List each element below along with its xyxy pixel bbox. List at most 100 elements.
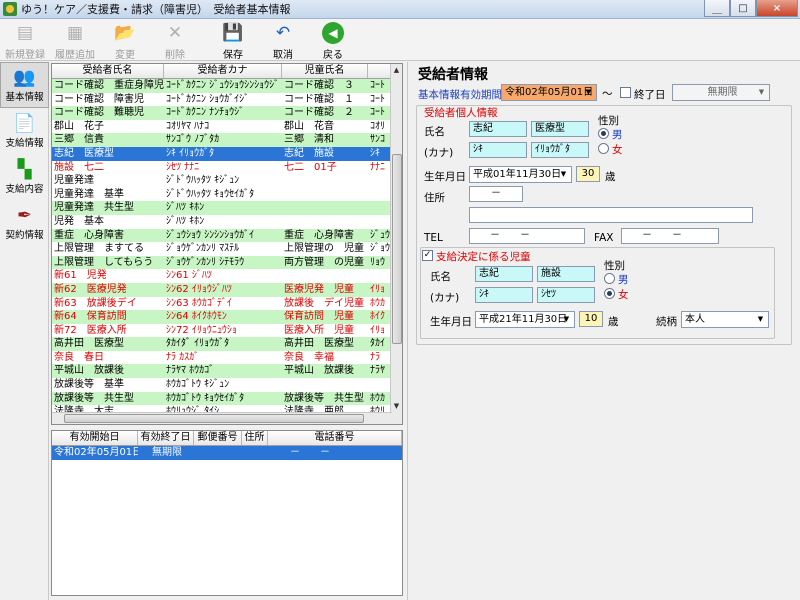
table-row[interactable]: 新62 医療児発 ｼﾝ62 ｲﾘｮｳｼﾞﾊﾂ 医療児発 児童 ｲﾘｮ — [52, 282, 402, 297]
table-cell: ｺｰﾄﾞｶｸﾆﾝ ﾅﾝﾁｮｳｼﾞ — [166, 107, 245, 119]
table-row[interactable]: 新63 放課後デイ ｼﾝ63 ﾎｳｶｺﾞﾃﾞｲ 放課後 デイ児童 ﾎｳｶ — [52, 297, 402, 311]
chevron-down-icon[interactable]: ▼ — [557, 168, 570, 181]
scroll-down-icon[interactable]: ▼ — [391, 400, 402, 412]
table-row[interactable]: 児童発達 共生型 ｼﾞﾊﾂ ｷﾎﾝ — [52, 201, 402, 215]
minimize-button[interactable]: ＿ — [704, 0, 730, 17]
toolbar-button-1[interactable]: ▦ 履歴追加 — [50, 19, 100, 61]
chevron-down-icon[interactable]: ▼ — [560, 313, 573, 326]
history-row[interactable]: 令和02年05月01日 無期限 － － — [52, 446, 402, 460]
column-header-extra[interactable] — [368, 64, 392, 78]
end-date-picker[interactable]: 無期限 ▼ — [672, 84, 770, 101]
table-row[interactable]: 奈良 春日 ﾅﾗ ｶｽｶﾞ 奈良 幸福 ﾅﾗ — [52, 351, 402, 365]
column-header-address[interactable]: 住所 — [242, 431, 268, 445]
address-input[interactable] — [469, 207, 753, 223]
given-kana-input[interactable]: ｲﾘｮｳｶﾞﾀ — [531, 142, 589, 158]
table-row[interactable]: コード確認 障害児 ｺｰﾄﾞｶｸﾆﾝ ｼｮｳｶﾞｲｼﾞ コード確認 １ ｺｰﾄ — [52, 93, 402, 107]
vertical-scrollbar[interactable]: ▲ ▼ — [390, 64, 402, 424]
child-dob-value: 平成21年11月30日 — [479, 314, 568, 325]
table-row[interactable]: 郡山 花子 ｺｵﾘﾔﾏ ﾊﾅｺ 郡山 花音 ｺｵﾘ — [52, 120, 402, 134]
form-title: 受給者情報 — [418, 67, 488, 83]
child-male-radio[interactable] — [604, 273, 615, 284]
people-icon: 👥 — [13, 66, 36, 88]
chevron-down-icon[interactable]: ▼ — [582, 86, 595, 99]
table-row[interactable]: 三郷 信貴 ｻﾝｺﾞｳ ﾉﾌﾞﾀｶ 三郷 清和 ｻﾝｺ — [52, 133, 402, 147]
child-dob-label: 生年月日 — [430, 316, 472, 328]
toolbar-button-6[interactable]: ◀ 戻る — [308, 19, 358, 61]
table-row[interactable]: 放課後等 共生型 ﾎｳｶｺﾞﾄｳ ｷｮｳｾｲｶﾞﾀ 放課後等 共生型 ﾎｳｶ — [52, 391, 402, 406]
toolbar-button-label: 取消 — [273, 50, 293, 61]
toolbar-button-5[interactable]: ↶ 取消 — [258, 19, 308, 61]
surname-input[interactable]: 志紀 — [469, 121, 527, 137]
table-row[interactable]: 新61 児発 ｼﾝ61 ｼﾞﾊﾂ — [52, 269, 402, 283]
table-row[interactable]: 施設 七二 ｼｾﾂ ﾅﾅﾆ 七二 01子 ﾅﾅﾆ — [52, 161, 402, 175]
sidebar-item-0[interactable]: 👥 基本情報 — [0, 62, 49, 108]
end-date-checkbox[interactable] — [620, 87, 631, 98]
toolbar-button-4[interactable]: 💾 保存 — [208, 19, 258, 61]
child-female-radio[interactable] — [604, 288, 615, 299]
chevron-down-icon[interactable]: ▼ — [754, 313, 767, 326]
tel-input[interactable]: － － — [469, 228, 585, 244]
table-row[interactable]: 児発 基本 ｼﾞﾊﾂ ｷﾎﾝ — [52, 215, 402, 229]
table-cell: 志紀 医療型 — [54, 147, 114, 159]
male-radio[interactable] — [598, 128, 609, 139]
table-cell: 奈良 春日 — [54, 351, 104, 363]
table-cell: ﾎｳｶｺﾞﾄｳ ｷｼﾞｭﾝ — [166, 379, 230, 391]
sidebar-item-1[interactable]: 📄 支給情報 — [0, 108, 49, 154]
table-row[interactable]: 児童発達 ｼﾞﾄﾞｳﾊｯﾀﾂ ｷｼﾞｭﾝ — [52, 174, 402, 188]
child-surname-input[interactable]: 志紀 — [475, 266, 533, 282]
toolbar-button-2[interactable]: 📂 変更 — [100, 19, 150, 61]
surname-kana-input[interactable]: ｼｷ — [469, 142, 527, 158]
sidebar-item-2[interactable]: ▚ 支給内容 — [0, 154, 49, 200]
table-cell: ｺｰﾄ — [370, 93, 385, 105]
table-cell: ｼﾞﾄﾞｳﾊｯﾀﾂ ｷｼﾞｭﾝ — [166, 175, 240, 187]
table-cell: ﾅﾗﾔ — [370, 365, 385, 377]
start-date-picker[interactable]: 令和02年05月01日 ▼ — [501, 84, 597, 101]
maximize-button[interactable]: □ — [730, 0, 756, 17]
zip-input[interactable]: － — [469, 186, 523, 202]
column-header-zip[interactable]: 郵便番号 — [194, 431, 242, 445]
column-header-recipient-kana[interactable]: 受給者カナ — [164, 64, 282, 78]
window-title: ゆう！ケア／支援費・請求（障害児） 受給者基本情報 — [21, 3, 291, 16]
child-given-name-input[interactable]: 施設 — [537, 266, 595, 282]
fax-input[interactable]: － － — [621, 228, 719, 244]
child-surname-kana-input[interactable]: ｼｷ — [475, 287, 533, 303]
column-header-valid-end[interactable]: 有効終了日 — [138, 431, 194, 445]
child-checkbox[interactable]: ✓ — [422, 250, 433, 261]
female-radio[interactable] — [598, 143, 609, 154]
relation-select[interactable]: 本人 ▼ — [681, 311, 769, 328]
column-header-valid-start[interactable]: 有効開始日 — [52, 431, 138, 445]
dob-picker[interactable]: 平成01年11月30日 ▼ — [469, 166, 572, 183]
table-row[interactable]: 志紀 医療型 ｼｷ ｲﾘｮｳｶﾞﾀ 志紀 施設 ｼｷ — [52, 146, 402, 161]
scroll-thumb[interactable] — [392, 154, 402, 344]
horizontal-scrollbar[interactable] — [52, 412, 392, 424]
table-row[interactable]: 上限管理 してもらう ｼﾞｮｳｹﾞﾝｶﾝﾘ ｼﾃﾓﾗｳ 両方管理 の児童 ﾘｮｳ — [52, 255, 402, 270]
edit-icon: 📂 — [114, 22, 136, 43]
table-row[interactable]: 上限管理 ますてる ｼﾞｮｳｹﾞﾝｶﾝﾘ ﾏｽﾃﾙ 上限管理の 児童 ｼﾞｮｳ — [52, 242, 402, 256]
table-row[interactable]: 新64 保育訪問 ｼﾝ64 ﾎｲｸﾎｳﾓﾝ 保育訪問 児童 ﾎｲｸ — [52, 310, 402, 324]
sidebar-item-3[interactable]: ✒ 契約情報 — [0, 200, 49, 246]
table-row[interactable]: 重症 心身障害 ｼﾞｭｳｼｮｳ ｼﾝｼﾝｼｮｳｶﾞｲ 重症 心身障害 ｼﾞｭｳ — [52, 228, 402, 243]
table-row[interactable]: コード確認 重症身障児 ｺｰﾄﾞｶｸﾆﾝ ｼﾞｭｳｼｮｳｼﾝｼｮｳｼﾞ コード確認 … — [52, 79, 402, 93]
table-row[interactable]: 平城山 放課後 ﾅﾗﾔﾏ ﾎｳｶｺﾞ 平城山 放課後 ﾅﾗﾔ — [52, 364, 402, 379]
toolbar-button-3[interactable]: ✕ 削除 — [150, 19, 200, 61]
address-label: 住所 — [424, 192, 445, 204]
table-row[interactable]: 高井田 医療型 ﾀｶｲﾀﾞ ｲﾘｮｳｶﾞﾀ 高井田 医療型 ﾀｶｲ — [52, 337, 402, 351]
scroll-up-icon[interactable]: ▲ — [391, 64, 402, 76]
table-row[interactable]: 放課後等 基準 ﾎｳｶｺﾞﾄｳ ｷｼﾞｭﾝ — [52, 378, 402, 392]
hscroll-thumb[interactable] — [64, 414, 364, 423]
toolbar-button-0[interactable]: ▤ 新規登録 — [0, 19, 50, 61]
child-given-kana-input[interactable]: ｼｾﾂ — [537, 287, 595, 303]
table-row[interactable]: 児童発達 基準 ｼﾞﾄﾞｳﾊｯﾀﾂ ｷｮｳｾｲｶﾞﾀ — [52, 188, 402, 202]
table-cell: ﾅﾗ — [370, 351, 380, 363]
column-header-child-name[interactable]: 児童氏名 — [282, 64, 368, 78]
column-header-recipient-name[interactable]: 受給者氏名 — [52, 64, 164, 78]
child-dob-picker[interactable]: 平成21年11月30日 ▼ — [475, 311, 575, 328]
given-name-input[interactable]: 医療型 — [531, 121, 589, 137]
close-button[interactable]: × — [756, 0, 798, 17]
table-row[interactable]: 新72 医療入所 ｼﾝ72 ｲﾘｮｳﾆｭｳｼｮ 医療入所 児童 ｲﾘｮ — [52, 324, 402, 338]
table-cell: 放課後 デイ児童 — [284, 297, 364, 309]
table-row[interactable]: コード確認 難聴児 ｺｰﾄﾞｶｸﾆﾝ ﾅﾝﾁｮｳｼﾞ コード確認 ２ ｺｰﾄ — [52, 106, 402, 120]
chevron-down-icon[interactable]: ▼ — [755, 86, 768, 99]
child-sex-label: 性別 — [604, 260, 625, 272]
column-header-phone[interactable]: 電話番号 — [268, 431, 402, 445]
